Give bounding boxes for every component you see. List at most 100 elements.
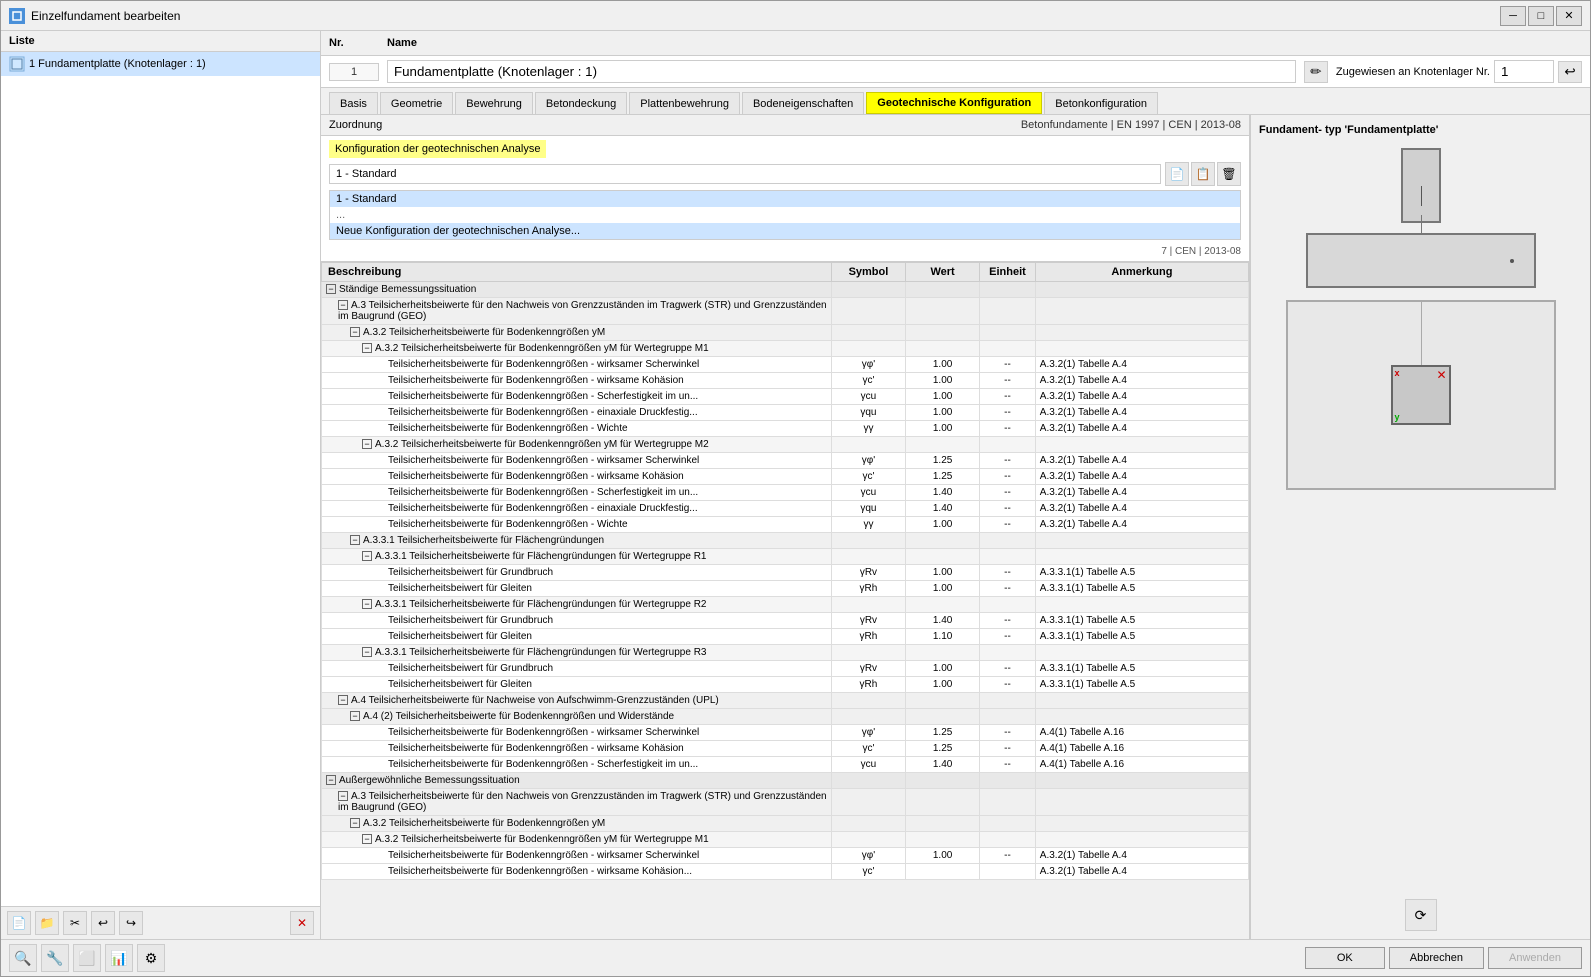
open-btn[interactable]: 📁 <box>35 911 59 935</box>
row-beschreibung: −A.3.2 Teilsicherheitsbeiwerte für Boden… <box>322 832 832 848</box>
tab-geometrie[interactable]: Geometrie <box>380 92 453 114</box>
expand-icon[interactable]: − <box>338 695 348 705</box>
ok-button[interactable]: OK <box>1305 947 1385 969</box>
tab-betonkonfiguration[interactable]: Betonkonfiguration <box>1044 92 1158 114</box>
row-wert[interactable]: 1.00 <box>906 565 980 581</box>
table-row[interactable]: Teilsicherheitsbeiwerte für Bodenkenngrö… <box>322 848 1249 864</box>
table-row[interactable]: Teilsicherheitsbeiwerte für Bodenkenngrö… <box>322 421 1249 437</box>
table-row[interactable]: Teilsicherheitsbeiwert für GleitenγRh1.0… <box>322 581 1249 597</box>
cancel-button[interactable]: Abbrechen <box>1389 947 1484 969</box>
tab-bewehrung[interactable]: Bewehrung <box>455 92 533 114</box>
row-wert[interactable]: 1.10 <box>906 629 980 645</box>
edit-name-button[interactable]: ✏ <box>1304 61 1328 83</box>
minimize-button[interactable]: ─ <box>1500 6 1526 26</box>
config-new-btn[interactable]: 📄 <box>1165 162 1189 186</box>
expand-icon[interactable]: − <box>326 775 336 785</box>
row-wert[interactable]: 1.00 <box>906 421 980 437</box>
expand-icon[interactable]: − <box>350 535 360 545</box>
expand-icon[interactable]: − <box>350 327 360 337</box>
config-select[interactable]: 1 - Standard <box>329 164 1161 184</box>
redo-btn[interactable]: ↪ <box>119 911 143 935</box>
row-beschreibung: Teilsicherheitsbeiwerte für Bodenkenngrö… <box>322 725 832 741</box>
expand-icon[interactable]: − <box>362 439 372 449</box>
expand-icon[interactable]: − <box>326 284 336 294</box>
assignment-input[interactable] <box>1494 60 1554 83</box>
toolbar-view-btn[interactable]: ⬜ <box>73 944 101 972</box>
tab-geotechnische[interactable]: Geotechnische Konfiguration <box>866 92 1042 114</box>
table-wrapper[interactable]: Beschreibung Symbol Wert Einheit Anmerku… <box>321 262 1249 939</box>
row-wert[interactable]: 1.40 <box>906 757 980 773</box>
table-row[interactable]: Teilsicherheitsbeiwerte für Bodenkenngrö… <box>322 485 1249 501</box>
row-wert[interactable]: 1.25 <box>906 741 980 757</box>
row-wert[interactable]: 1.25 <box>906 725 980 741</box>
toolbar-chart-btn[interactable]: 📊 <box>105 944 133 972</box>
table-row[interactable]: Teilsicherheitsbeiwerte für Bodenkenngrö… <box>322 757 1249 773</box>
row-wert[interactable]: 1.40 <box>906 613 980 629</box>
toolbar-search-btn[interactable]: 🔍 <box>9 944 37 972</box>
row-wert[interactable] <box>906 864 980 880</box>
config-new-item[interactable]: Neue Konfiguration der geotechnischen An… <box>330 223 1240 239</box>
tab-basis[interactable]: Basis <box>329 92 378 114</box>
list-item[interactable]: 1 Fundamentplatte (Knotenlager : 1) <box>1 52 320 76</box>
table-row[interactable]: Teilsicherheitsbeiwert für GrundbruchγRv… <box>322 565 1249 581</box>
config-copy-btn[interactable]: 📋 <box>1191 162 1215 186</box>
row-wert[interactable]: 1.00 <box>906 357 980 373</box>
row-wert[interactable]: 1.00 <box>906 517 980 533</box>
norm-value: 7 | CEN | 2013-08 <box>1161 246 1241 257</box>
expand-icon[interactable]: − <box>338 300 348 310</box>
expand-icon[interactable]: − <box>362 647 372 657</box>
expand-icon[interactable]: − <box>338 791 348 801</box>
table-row[interactable]: Teilsicherheitsbeiwerte für Bodenkenngrö… <box>322 741 1249 757</box>
expand-icon[interactable]: − <box>362 599 372 609</box>
row-wert[interactable]: 1.40 <box>906 485 980 501</box>
tab-plattenbewehrung[interactable]: Plattenbewehrung <box>629 92 740 114</box>
undo-btn[interactable]: ↩ <box>91 911 115 935</box>
expand-icon[interactable]: − <box>362 834 372 844</box>
expand-icon[interactable]: − <box>350 711 360 721</box>
table-row[interactable]: Teilsicherheitsbeiwerte für Bodenkenngrö… <box>322 373 1249 389</box>
config-delete-btn[interactable]: 🗑 <box>1217 162 1241 186</box>
row-symbol: γRh <box>831 629 905 645</box>
table-row[interactable]: Teilsicherheitsbeiwerte für Bodenkenngrö… <box>322 469 1249 485</box>
config-item-1[interactable]: 1 - Standard <box>330 191 1240 207</box>
tab-betondeckung[interactable]: Betondeckung <box>535 92 627 114</box>
table-row[interactable]: Teilsicherheitsbeiwerte für Bodenkenngrö… <box>322 517 1249 533</box>
row-wert[interactable]: 1.25 <box>906 469 980 485</box>
table-row[interactable]: Teilsicherheitsbeiwerte für Bodenkenngrö… <box>322 453 1249 469</box>
table-row[interactable]: Teilsicherheitsbeiwerte für Bodenkenngrö… <box>322 864 1249 880</box>
assignment-edit-button[interactable]: ↩ <box>1558 61 1582 83</box>
close-button[interactable]: ✕ <box>1556 6 1582 26</box>
toolbar-settings-btn[interactable]: 🔧 <box>41 944 69 972</box>
row-wert[interactable]: 1.00 <box>906 581 980 597</box>
expand-icon[interactable]: − <box>362 343 372 353</box>
table-row[interactable]: Teilsicherheitsbeiwert für GrundbruchγRv… <box>322 613 1249 629</box>
cut-btn[interactable]: ✂ <box>63 911 87 935</box>
expand-icon[interactable]: − <box>350 818 360 828</box>
table-row[interactable]: Teilsicherheitsbeiwerte für Bodenkenngrö… <box>322 389 1249 405</box>
table-row[interactable]: Teilsicherheitsbeiwerte für Bodenkenngrö… <box>322 725 1249 741</box>
row-wert[interactable]: 1.00 <box>906 373 980 389</box>
toolbar-config-btn[interactable]: ⚙ <box>137 944 165 972</box>
table-row[interactable]: Teilsicherheitsbeiwerte für Bodenkenngrö… <box>322 501 1249 517</box>
row-wert[interactable]: 1.25 <box>906 453 980 469</box>
row-wert[interactable]: 1.00 <box>906 405 980 421</box>
new-btn[interactable]: 📄 <box>7 911 31 935</box>
name-input[interactable] <box>387 60 1296 83</box>
tab-bodeneigenschaften[interactable]: Bodeneigenschaften <box>742 92 864 114</box>
row-wert[interactable]: 1.00 <box>906 661 980 677</box>
table-row[interactable]: Teilsicherheitsbeiwert für GleitenγRh1.0… <box>322 677 1249 693</box>
table-row[interactable]: Teilsicherheitsbeiwert für GrundbruchγRv… <box>322 661 1249 677</box>
row-wert[interactable]: 1.00 <box>906 677 980 693</box>
apply-button[interactable]: Anwenden <box>1488 947 1582 969</box>
row-wert[interactable]: 1.40 <box>906 501 980 517</box>
row-wert[interactable]: 1.00 <box>906 389 980 405</box>
row-symbol: γRh <box>831 677 905 693</box>
preview-refresh-btn[interactable]: ⟳ <box>1405 899 1437 931</box>
table-row[interactable]: Teilsicherheitsbeiwerte für Bodenkenngrö… <box>322 405 1249 421</box>
delete-btn[interactable]: ✕ <box>290 911 314 935</box>
maximize-button[interactable]: □ <box>1528 6 1554 26</box>
table-row[interactable]: Teilsicherheitsbeiwerte für Bodenkenngrö… <box>322 357 1249 373</box>
table-row[interactable]: Teilsicherheitsbeiwert für GleitenγRh1.1… <box>322 629 1249 645</box>
expand-icon[interactable]: − <box>362 551 372 561</box>
row-wert[interactable]: 1.00 <box>906 848 980 864</box>
